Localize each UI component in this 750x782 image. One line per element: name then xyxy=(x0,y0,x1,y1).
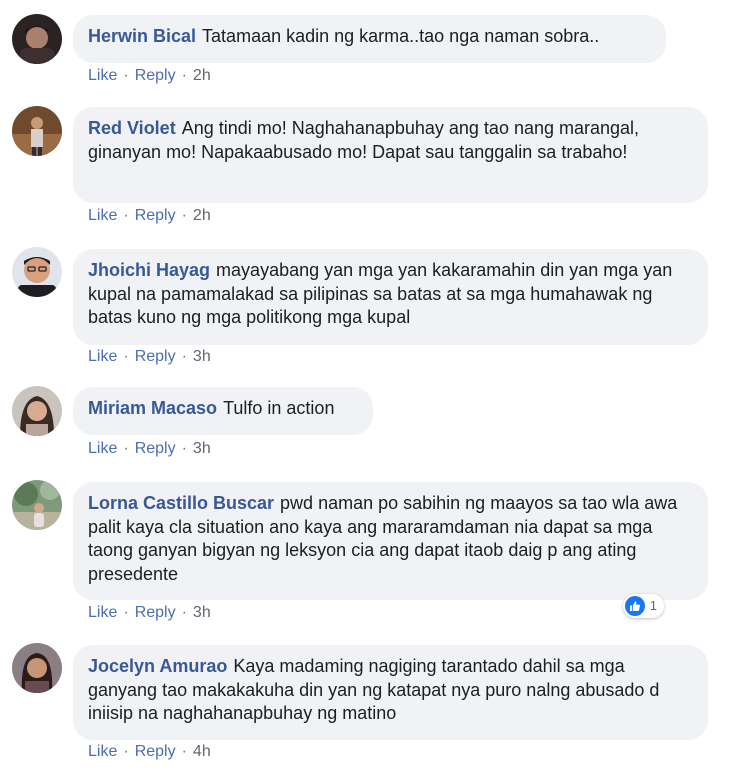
separator: · xyxy=(123,207,129,224)
like-button[interactable]: Like xyxy=(88,348,117,365)
comment-actions: Like · Reply · 4h xyxy=(88,743,211,761)
avatar[interactable] xyxy=(12,106,62,156)
avatar[interactable] xyxy=(12,643,62,693)
avatar[interactable] xyxy=(12,14,62,64)
comment-actions: Like · Reply · 3h xyxy=(88,440,211,458)
comment-author[interactable]: Lorna Castillo Buscar xyxy=(88,493,274,513)
comment-bubble: Jocelyn Amurao Kaya madaming nagiging tar… xyxy=(73,645,708,740)
separator: · xyxy=(181,207,187,224)
comment-actions: Like · Reply · 2h xyxy=(88,207,211,225)
separator: · xyxy=(123,604,129,621)
comment-author[interactable]: Miriam Macaso xyxy=(88,398,217,418)
avatar[interactable] xyxy=(12,480,62,530)
comment-bubble: Red Violet Ang tindi mo! Naghahanapbuhay … xyxy=(73,107,708,203)
avatar[interactable] xyxy=(12,386,62,436)
comment-text: Tatamaan kadin ng karma..tao nga naman s… xyxy=(202,26,600,46)
reply-button[interactable]: Reply xyxy=(135,207,176,224)
separator: · xyxy=(181,604,187,621)
comment-timestamp[interactable]: 2h xyxy=(193,207,211,224)
comment-actions: Like · Reply · 3h xyxy=(88,348,211,366)
separator: · xyxy=(123,67,129,84)
reply-button[interactable]: Reply xyxy=(135,604,176,621)
separator: · xyxy=(123,743,129,760)
comment-author[interactable]: Jocelyn Amurao xyxy=(88,656,227,676)
comment-timestamp[interactable]: 3h xyxy=(193,348,211,365)
separator: · xyxy=(181,440,187,457)
comment-author[interactable]: Red Violet xyxy=(88,118,176,138)
comment-timestamp[interactable]: 4h xyxy=(193,743,211,760)
like-button[interactable]: Like xyxy=(88,604,117,621)
separator: · xyxy=(123,440,129,457)
reply-button[interactable]: Reply xyxy=(135,440,176,457)
like-button[interactable]: Like xyxy=(88,440,117,457)
comment-timestamp[interactable]: 3h xyxy=(193,440,211,457)
comment-bubble: Jhoichi Hayag mayayabang yan mga yan kaka… xyxy=(73,249,708,345)
like-icon xyxy=(624,596,645,616)
comment-text: Tulfo in action xyxy=(223,398,335,418)
comment-bubble: Lorna Castillo Buscar pwd naman po sabihi… xyxy=(73,482,708,618)
separator: · xyxy=(181,348,187,365)
reaction-count: 1 xyxy=(649,598,657,614)
comment-timestamp[interactable]: 3h xyxy=(193,604,211,621)
reply-button[interactable]: Reply xyxy=(135,348,176,365)
comment-author[interactable]: Herwin Bical xyxy=(88,26,196,46)
separator: · xyxy=(123,348,129,365)
comment-actions: Like · Reply · 2h xyxy=(88,67,211,85)
avatar[interactable] xyxy=(12,247,62,297)
reply-button[interactable]: Reply xyxy=(135,743,176,760)
reply-button[interactable]: Reply xyxy=(135,67,176,84)
comment-bubble: Herwin Bical Tatamaan kadin ng karma..tao… xyxy=(73,15,666,63)
comment-bubble: Miriam Macaso Tulfo in action xyxy=(73,387,373,435)
reaction-summary[interactable]: 1 xyxy=(622,594,664,618)
comment-actions: Like · Reply · 3h xyxy=(88,604,211,622)
separator: · xyxy=(181,743,187,760)
comment-author[interactable]: Jhoichi Hayag xyxy=(88,260,210,280)
separator: · xyxy=(181,67,187,84)
like-button[interactable]: Like xyxy=(88,207,117,224)
like-button[interactable]: Like xyxy=(88,67,117,84)
comment-timestamp[interactable]: 2h xyxy=(193,67,211,84)
like-button[interactable]: Like xyxy=(88,743,117,760)
